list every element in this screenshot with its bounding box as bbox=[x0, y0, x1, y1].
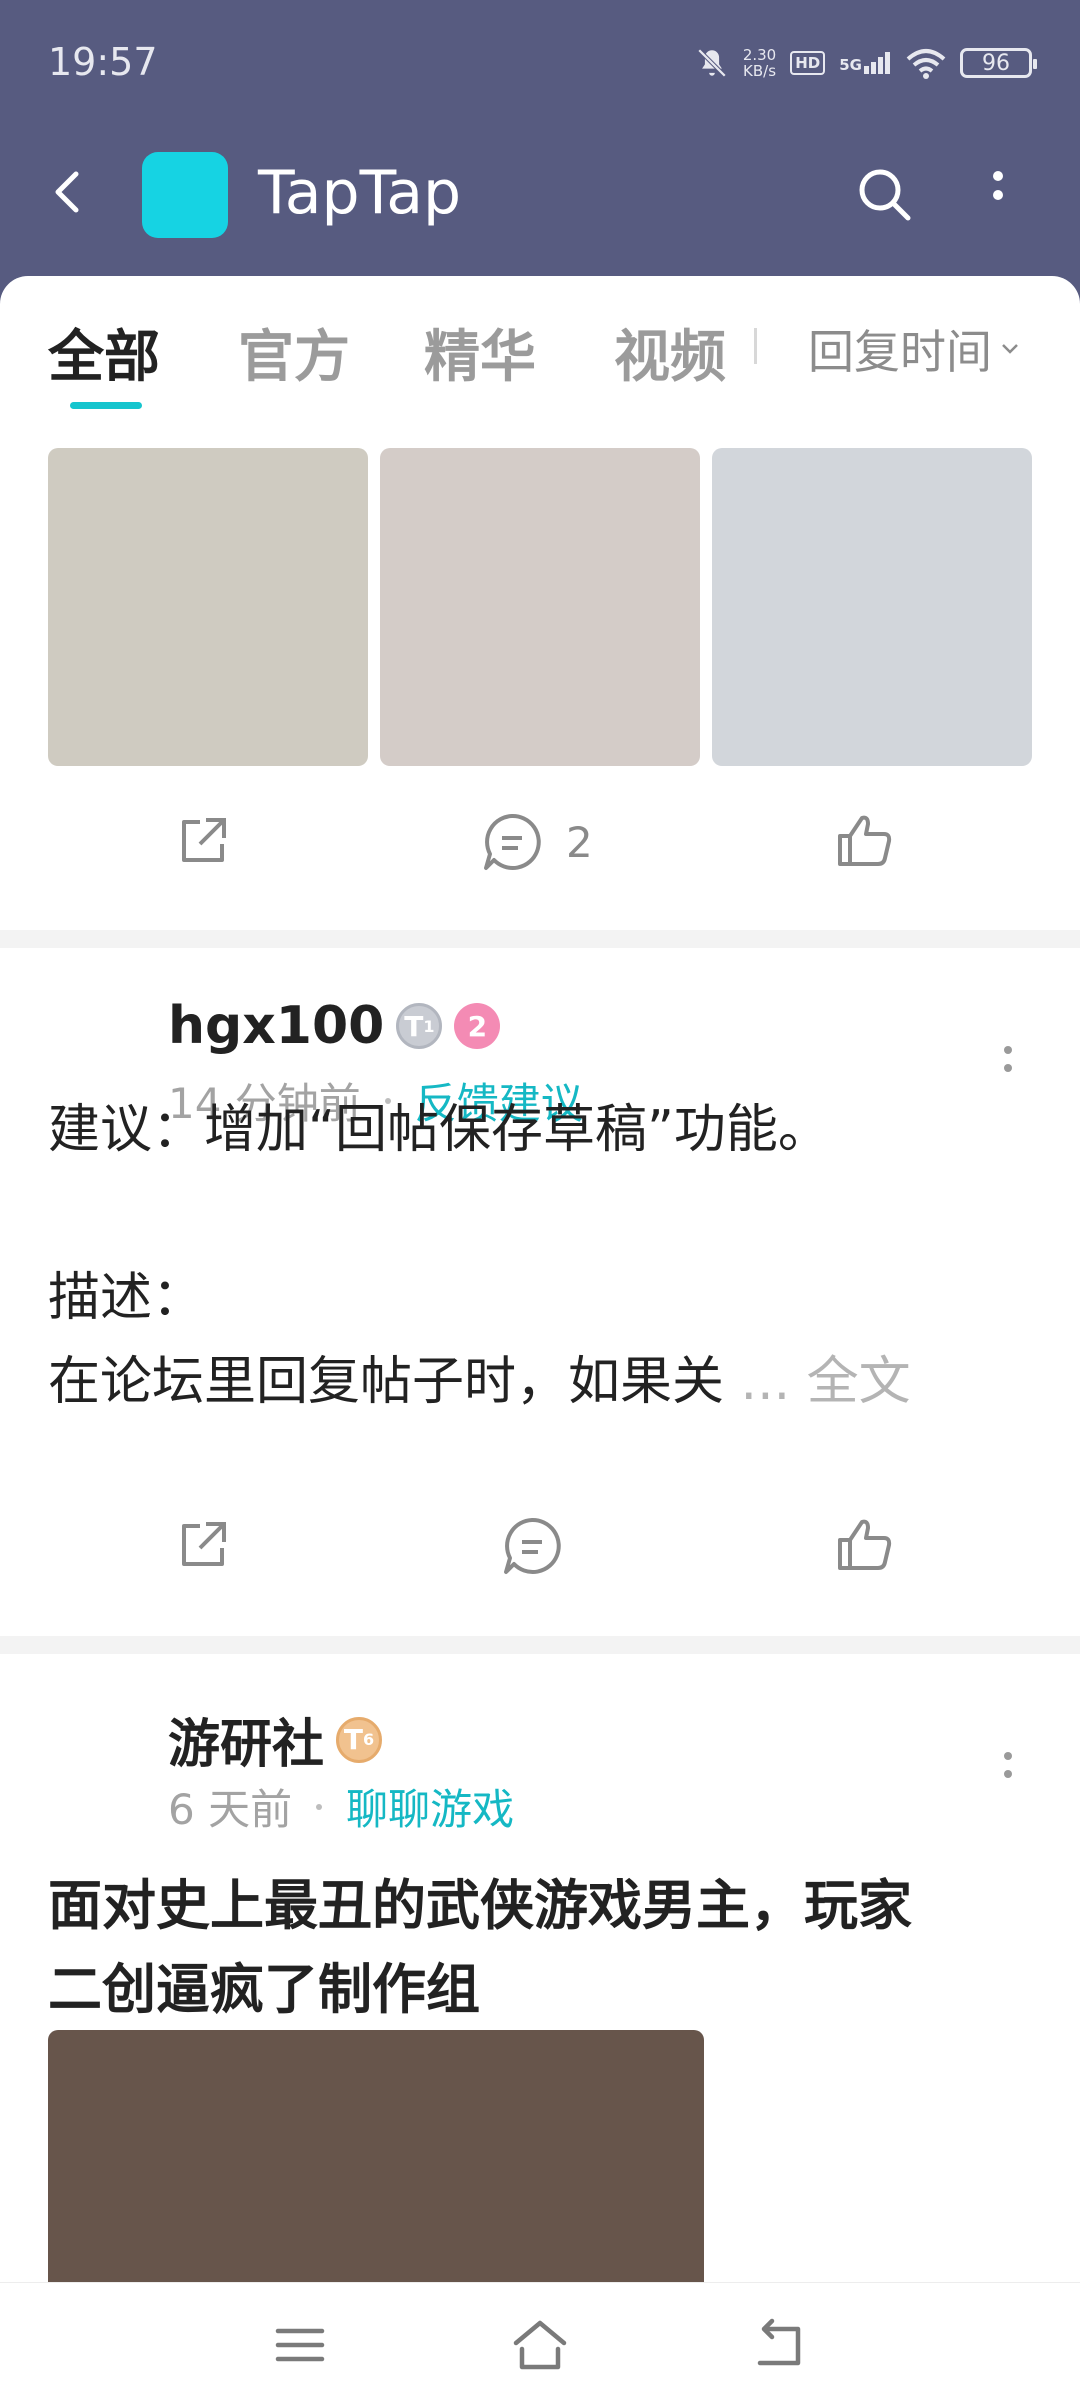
post-body-line: 在论坛里回复帖子时，如果关 ... 全文 bbox=[48, 1340, 911, 1424]
more-options-icon[interactable] bbox=[980, 162, 1016, 228]
network-speed-value: 2.30 bbox=[742, 46, 777, 64]
post-title-line: 二创逼疯了制作组 bbox=[48, 1958, 480, 2021]
tab-bar: 全部 官方 精华 视频 回复时间 bbox=[0, 276, 1080, 409]
post-actions: 2 bbox=[0, 810, 1080, 910]
tab-video[interactable]: 视频 bbox=[614, 312, 726, 393]
hd-badge: HD bbox=[790, 51, 826, 75]
comment-button[interactable] bbox=[500, 1514, 564, 1578]
post-author[interactable]: 游研社 T6 bbox=[168, 1702, 383, 1777]
share-button[interactable] bbox=[172, 1514, 234, 1576]
level-badge-letter: T bbox=[343, 1723, 363, 1756]
thumbs-up-icon bbox=[838, 1519, 892, 1570]
tab-official[interactable]: 官方 bbox=[238, 312, 350, 393]
comment-count: 2 bbox=[566, 817, 593, 867]
post-title[interactable]: 面对史上最丑的武侠游戏男主，玩家 二创逼疯了制作组 bbox=[48, 1864, 1028, 2032]
thumbs-up-icon bbox=[838, 815, 892, 866]
comment-icon bbox=[504, 1517, 561, 1574]
back-nav-icon[interactable] bbox=[750, 2315, 810, 2375]
post-body-line: 描述： bbox=[48, 1268, 205, 1328]
post-divider bbox=[0, 1636, 1080, 1654]
ellipsis: ... bbox=[740, 1352, 791, 1412]
comment-button[interactable]: 2 bbox=[480, 810, 593, 874]
search-icon[interactable] bbox=[852, 162, 918, 228]
battery-indicator: 96 bbox=[960, 48, 1037, 78]
post-card[interactable]: hgx100 T1 2 14 分钟前 反馈建议 建议：增加“回帖保存草稿”功能。… bbox=[0, 948, 1080, 1412]
status-time: 19:57 bbox=[48, 40, 158, 84]
rank-badge-icon: 2 bbox=[454, 1003, 501, 1049]
level-badge-letter: T bbox=[404, 1009, 424, 1043]
share-icon bbox=[182, 1522, 226, 1566]
level-badge-icon: T1 bbox=[396, 1003, 443, 1049]
app-logo bbox=[142, 152, 228, 238]
status-icons: 2.30 KB/s HD 5G 96 bbox=[695, 38, 1037, 88]
app-bar: TapTap bbox=[0, 140, 1080, 250]
post-image[interactable] bbox=[712, 448, 1032, 766]
like-button[interactable] bbox=[834, 1514, 896, 1576]
post-menu-icon[interactable] bbox=[1000, 1038, 1016, 1098]
system-nav-bar bbox=[0, 2282, 1080, 2408]
sort-dropdown[interactable]: 回复时间 bbox=[808, 316, 1020, 382]
post-image[interactable] bbox=[48, 448, 368, 766]
sort-label: 回复时间 bbox=[808, 325, 992, 379]
home-icon[interactable] bbox=[510, 2315, 570, 2375]
post-menu-icon[interactable] bbox=[1000, 1744, 1016, 1804]
level-badge-sub: 6 bbox=[363, 1730, 375, 1749]
network-speed: 2.30 KB/s bbox=[743, 47, 776, 79]
post-time: 6 天前 bbox=[168, 1785, 293, 1834]
forum-content: 全部 官方 精华 视频 回复时间 2 hgx100 T 1 2 14 分钟前 反… bbox=[0, 276, 1080, 2408]
signal-label: 5G bbox=[839, 56, 862, 74]
mute-bell-icon bbox=[697, 48, 727, 78]
signal-bars-icon bbox=[864, 52, 890, 74]
author-name: hgx100 bbox=[168, 996, 385, 1056]
post-body-line: 建议：增加“回帖保存草稿”功能。 bbox=[48, 1100, 830, 1160]
like-button[interactable] bbox=[834, 810, 896, 872]
app-header: 19:57 2.30 KB/s HD 5G 96 TapTap bbox=[0, 0, 1080, 320]
tab-divider bbox=[754, 328, 757, 364]
author-name: 游研社 bbox=[168, 1715, 325, 1775]
tab-all[interactable]: 全部 bbox=[48, 312, 160, 393]
app-title: TapTap bbox=[258, 158, 462, 228]
share-icon bbox=[182, 818, 226, 862]
post-body[interactable]: 建议：增加“回帖保存草稿”功能。 描述： 在论坛里回复帖子时，如果关 ... 全… bbox=[48, 1088, 911, 1424]
tab-featured[interactable]: 精华 bbox=[424, 312, 536, 393]
meta-separator bbox=[316, 1803, 323, 1810]
post-divider bbox=[0, 930, 1080, 948]
post-title-line: 面对史上最丑的武侠游戏男主，玩家 bbox=[48, 1874, 912, 1937]
active-tab-indicator bbox=[70, 402, 142, 409]
level-badge-sub: 1 bbox=[423, 1016, 435, 1036]
post-meta: 6 天前 聊聊游戏 bbox=[168, 1776, 514, 1837]
chevron-down-icon bbox=[1002, 344, 1018, 354]
post-image-grid bbox=[48, 448, 1032, 766]
post-image[interactable] bbox=[380, 448, 700, 766]
post-actions bbox=[0, 1514, 1080, 1614]
network-speed-unit: KB/s bbox=[743, 62, 777, 80]
status-bar: 19:57 2.30 KB/s HD 5G 96 bbox=[0, 0, 1080, 120]
post-category[interactable]: 聊聊游戏 bbox=[346, 1776, 514, 1837]
signal-5g: 5G bbox=[839, 52, 892, 74]
menu-icon[interactable] bbox=[270, 2315, 330, 2375]
share-button[interactable] bbox=[172, 810, 234, 872]
comment-icon bbox=[484, 813, 541, 870]
read-full-link[interactable]: 全文 bbox=[807, 1352, 911, 1412]
post-cover-image[interactable] bbox=[48, 2030, 704, 2290]
post-author[interactable]: hgx100 T1 2 bbox=[168, 996, 501, 1056]
post-body-line bbox=[48, 1172, 911, 1256]
back-arrow-icon[interactable] bbox=[40, 162, 100, 222]
level-badge-icon: T6 bbox=[336, 1716, 383, 1763]
post-body-last-line: 在论坛里回复帖子时，如果关 bbox=[48, 1352, 725, 1412]
wifi-icon bbox=[906, 49, 946, 79]
